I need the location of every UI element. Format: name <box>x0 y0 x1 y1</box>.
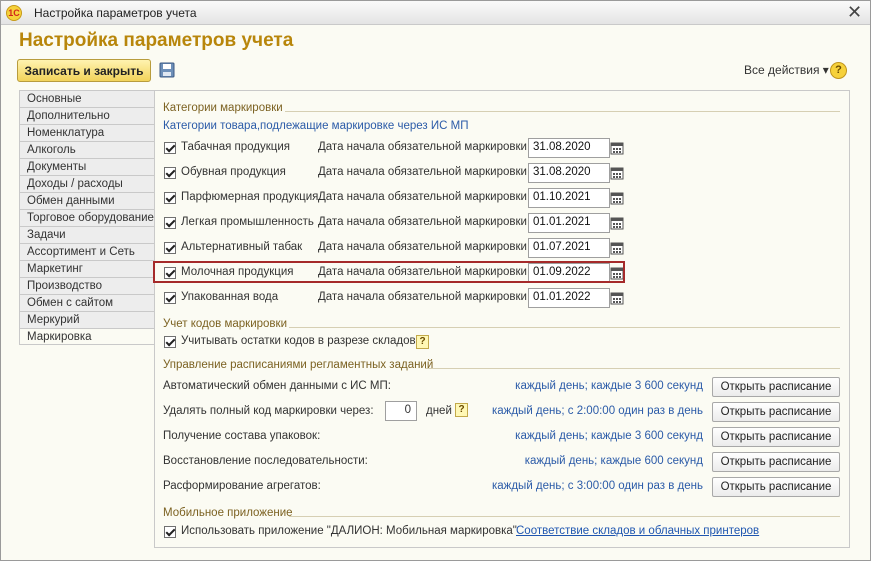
schedule-task-label: Расформирование агрегатов: <box>163 480 321 492</box>
category-checkbox[interactable] <box>164 192 176 204</box>
days-label: дней <box>426 405 452 417</box>
tab-item[interactable]: Меркурий <box>19 311 155 328</box>
category-checkbox[interactable] <box>164 142 176 154</box>
tab-item[interactable]: Производство <box>19 277 155 294</box>
tab-item[interactable]: Задачи <box>19 226 155 243</box>
calendar-icon[interactable] <box>610 291 624 305</box>
window-title: Настройка параметров учета <box>34 6 197 20</box>
tabs-panel: Основные Дополнительно Номенклатура Алкогол… <box>19 90 157 345</box>
tab-item[interactable]: Обмен с сайтом <box>19 294 155 311</box>
schedule-description: каждый день; с 3:00:00 один раз в день <box>491 480 703 492</box>
use-mobile-app-label: Использовать приложение "ДАЛИОН: Мобильн… <box>181 525 517 537</box>
codes-by-warehouse-checkbox[interactable] <box>164 336 176 348</box>
categories-note: Категории товара,подлежащие маркировке ч… <box>163 120 469 132</box>
date-label: Дата начала обязательной маркировки: <box>318 141 531 153</box>
categories-section-title: Категории маркировки <box>163 102 283 114</box>
mobile-section-title: Мобильное приложение <box>163 507 293 519</box>
tab-item[interactable]: Основные <box>19 90 155 107</box>
app-logo-icon: 1С <box>6 5 22 21</box>
codes-section-title: Учет кодов маркировки <box>163 318 287 330</box>
category-label: Упакованная вода <box>181 291 279 303</box>
schedule-task-label: Восстановление последовательности: <box>163 455 368 467</box>
title-bar: 1С Настройка параметров учета ✕ <box>1 1 870 25</box>
codes-hint-icon[interactable]: ? <box>416 335 429 349</box>
section-divider <box>425 368 840 369</box>
schedules-section-title: Управление расписаниями регламентных зад… <box>163 359 434 371</box>
tab-item[interactable]: Доходы / расходы <box>19 175 155 192</box>
schedule-description: каждый день; каждые 3 600 секунд <box>515 430 703 442</box>
category-label: Альтернативный табак <box>181 241 303 253</box>
date-input[interactable]: 01.07.2021 <box>528 238 610 258</box>
tab-item[interactable]: Алкоголь <box>19 141 155 158</box>
schedule-description: каждый день; каждые 600 секунд <box>524 455 703 467</box>
date-input[interactable]: 01.01.2022 <box>528 288 610 308</box>
date-label: Дата начала обязательной маркировки: <box>318 166 531 178</box>
category-checkbox[interactable] <box>164 217 176 229</box>
use-mobile-app-checkbox[interactable] <box>164 526 176 538</box>
category-checkbox[interactable] <box>164 242 176 254</box>
open-schedule-button[interactable]: Открыть расписание <box>712 402 840 422</box>
highlight-frame <box>153 261 625 283</box>
tab-item[interactable]: Дополнительно <box>19 107 155 124</box>
settings-window: 1С Настройка параметров учета ✕ Настройк… <box>0 0 871 561</box>
category-checkbox[interactable] <box>164 292 176 304</box>
schedule-task-label: Удалять полный код маркировки через: <box>163 405 374 417</box>
days-input[interactable]: 0 <box>385 401 417 421</box>
days-hint-icon[interactable]: ? <box>455 403 468 417</box>
category-label: Легкая промышленность <box>181 216 314 228</box>
date-input[interactable]: 31.08.2020 <box>528 138 610 158</box>
date-input[interactable]: 01.01.2021 <box>528 213 610 233</box>
save-and-close-button[interactable]: Записать и закрыть <box>17 59 151 82</box>
category-label: Обувная продукция <box>181 166 286 178</box>
tab-item[interactable]: Номенклатура <box>19 124 155 141</box>
schedule-description: каждый день; каждые 3 600 секунд <box>515 380 703 392</box>
section-divider <box>289 516 840 517</box>
calendar-icon[interactable] <box>610 166 624 180</box>
help-icon[interactable]: ? <box>830 62 847 79</box>
category-label: Парфюмерная продукция <box>181 191 319 203</box>
open-schedule-button[interactable]: Открыть расписание <box>712 452 840 472</box>
tab-item[interactable]: Ассортимент и Сеть <box>19 243 155 260</box>
date-input[interactable]: 31.08.2020 <box>528 163 610 183</box>
open-schedule-button[interactable]: Открыть расписание <box>712 477 840 497</box>
schedule-task-label: Автоматический обмен данными с ИС МП: <box>163 380 391 392</box>
tab-item[interactable]: Маркетинг <box>19 260 155 277</box>
save-disk-icon[interactable] <box>159 62 175 78</box>
marking-tab-content: Категории маркировки Категории товара,по… <box>153 90 850 548</box>
tab-item[interactable]: Торговое оборудование <box>19 209 155 226</box>
warehouse-printers-link[interactable]: Соответствие складов и облачных принтеро… <box>516 525 759 537</box>
tab-item[interactable]: Обмен данными <box>19 192 155 209</box>
open-schedule-button[interactable]: Открыть расписание <box>712 427 840 447</box>
category-checkbox[interactable] <box>164 167 176 179</box>
date-label: Дата начала обязательной маркировки: <box>318 216 531 228</box>
date-input[interactable]: 01.10.2021 <box>528 188 610 208</box>
calendar-icon[interactable] <box>610 216 624 230</box>
date-label: Дата начала обязательной маркировки: <box>318 291 531 303</box>
date-label: Дата начала обязательной маркировки: <box>318 241 531 253</box>
calendar-icon[interactable] <box>610 241 624 255</box>
section-divider <box>289 327 840 328</box>
close-icon[interactable]: ✕ <box>847 2 862 23</box>
calendar-icon[interactable] <box>610 141 624 155</box>
schedule-task-label: Получение состава упаковок: <box>163 430 321 442</box>
tab-item[interactable]: Документы <box>19 158 155 175</box>
all-actions-menu[interactable]: Все действия ▾ <box>744 63 829 77</box>
schedule-description: каждый день; с 2:00:00 один раз в день <box>491 405 703 417</box>
section-divider <box>285 111 840 112</box>
page-title: Настройка параметров учета <box>19 30 294 51</box>
date-label: Дата начала обязательной маркировки: <box>318 191 531 203</box>
codes-by-warehouse-label: Учитывать остатки кодов в разрезе складо… <box>181 335 416 347</box>
calendar-icon[interactable] <box>610 191 624 205</box>
tab-item[interactable]: Маркировка <box>19 328 157 345</box>
open-schedule-button[interactable]: Открыть расписание <box>712 377 840 397</box>
category-label: Табачная продукция <box>181 141 291 153</box>
